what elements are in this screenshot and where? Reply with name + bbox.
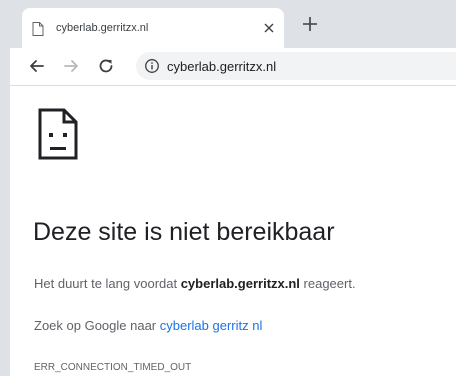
toolbar: cyberlab.gerritzx.nl [10, 48, 456, 86]
plus-icon[interactable] [300, 14, 320, 34]
tab-active[interactable]: cyberlab.gerritzx.nl [22, 8, 284, 48]
window-left-edge [0, 0, 10, 376]
close-icon[interactable] [259, 18, 279, 38]
error-page: Deze site is niet bereikbaar Het duurt t… [10, 86, 456, 376]
error-heading: Deze site is niet bereikbaar [33, 218, 335, 246]
info-icon[interactable] [144, 58, 160, 74]
error-host: cyberlab.gerritzx.nl [180, 276, 300, 291]
error-message-prefix: Het duurt te lang voordat [34, 276, 181, 291]
sad-page-icon [38, 108, 78, 160]
page-icon [32, 22, 44, 36]
arrow-left-icon[interactable] [28, 57, 46, 75]
google-search-link[interactable]: cyberlab gerritz nl [160, 318, 263, 333]
address-bar[interactable]: cyberlab.gerritzx.nl [136, 52, 456, 80]
url-text: cyberlab.gerritzx.nl [167, 59, 277, 74]
tab-title: cyberlab.gerritzx.nl [56, 22, 149, 34]
search-suggestion-prefix: Zoek op Google naar [34, 318, 160, 333]
error-code: ERR_CONNECTION_TIMED_OUT [34, 362, 192, 373]
error-message: Het duurt te lang voordat cyberlab.gerri… [34, 276, 356, 291]
arrow-right-icon[interactable] [62, 57, 80, 75]
error-message-suffix: reageert. [299, 276, 356, 291]
search-suggestion: Zoek op Google naar cyberlab gerritz nl [34, 318, 262, 333]
tab-strip: cyberlab.gerritzx.nl [10, 0, 456, 48]
reload-icon[interactable] [97, 57, 115, 75]
